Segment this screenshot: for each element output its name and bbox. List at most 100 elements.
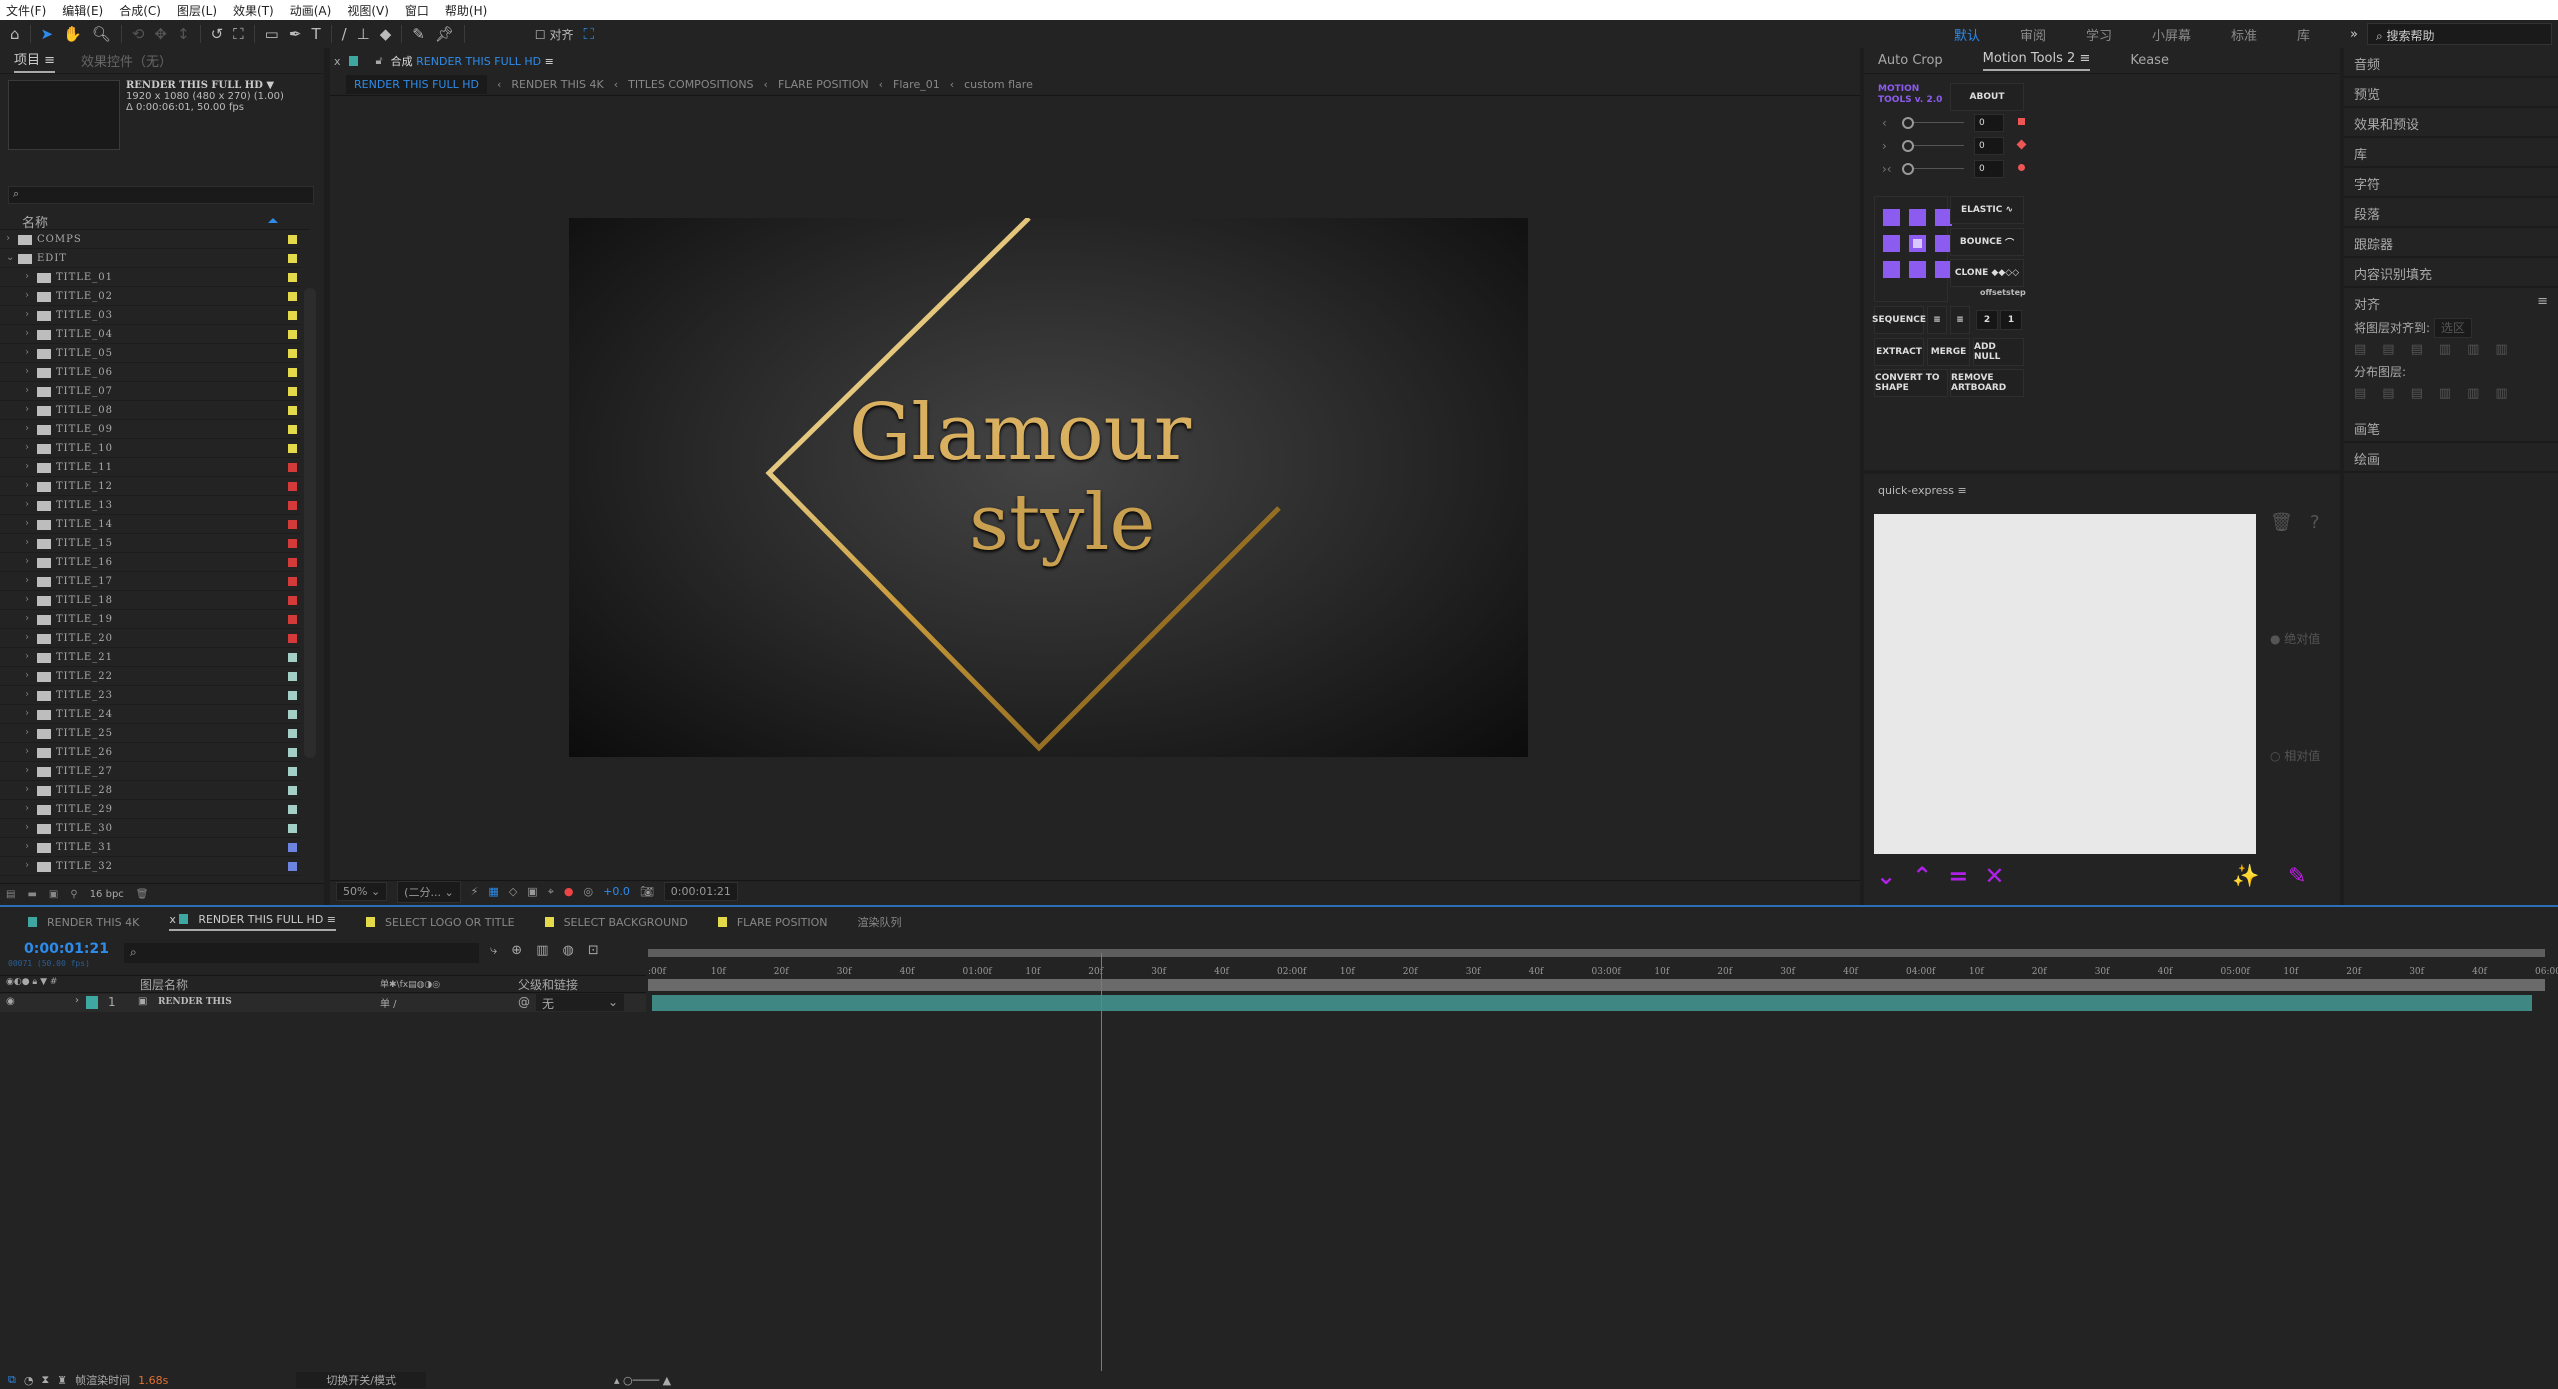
label-color[interactable] (288, 710, 297, 719)
layer-switches-icon[interactable]: ⧉ (8, 1373, 16, 1387)
close-icon[interactable]: ✕ (1984, 862, 2004, 890)
rotate-tool-icon[interactable]: ↺ (211, 25, 224, 43)
chevron-right-icon[interactable]: › (25, 708, 30, 719)
stretch-icon[interactable]: ♜ (57, 1374, 67, 1387)
sequence-backward-icon[interactable]: ≡ (1950, 306, 1970, 334)
timeline-tab[interactable]: SELECT BACKGROUND (544, 916, 688, 929)
project-folder[interactable]: › TITLE_05 (0, 344, 300, 363)
zoom-tool-icon[interactable]: 🔍︎ (92, 25, 111, 43)
chevron-right-icon[interactable]: › (25, 727, 30, 738)
tab-effect-controls[interactable]: 效果控件（无） (81, 51, 172, 70)
interpret-footage-icon[interactable]: ▤ (6, 889, 15, 900)
label-color[interactable] (288, 482, 297, 491)
chevron-right-icon[interactable]: › (25, 480, 30, 491)
keyframe-icon[interactable] (2018, 164, 2025, 171)
anchor-point-button[interactable] (1909, 209, 1926, 226)
distribute-buttons[interactable]: ▤▤▤▥▥▥ (2354, 386, 2548, 401)
timeline-tab[interactable]: SELECT LOGO OR TITLE (366, 916, 515, 929)
lock-icon[interactable]: 🔓︎ (376, 54, 383, 68)
project-folder[interactable]: › TITLE_07 (0, 382, 300, 401)
menu-edit[interactable]: 编辑(E) (62, 2, 103, 19)
project-folder[interactable]: › TITLE_04 (0, 325, 300, 344)
chevron-up-icon[interactable]: ⌃ (1912, 862, 1932, 890)
resolution-select[interactable]: (二分... ⌄ (397, 880, 461, 903)
panel-brushes[interactable]: 画笔 (2344, 413, 2558, 443)
chevron-right-icon[interactable]: › (25, 594, 30, 605)
label-color[interactable] (288, 843, 297, 852)
chevron-right-icon[interactable]: › (25, 860, 30, 871)
chevron-right-icon[interactable]: › (25, 366, 30, 377)
pen-tool-icon[interactable]: ✒ (289, 25, 302, 43)
anchor-tool-icon[interactable]: ⛶ (233, 25, 244, 43)
project-folder[interactable]: › COMPS (0, 230, 300, 249)
label-color[interactable] (288, 273, 297, 282)
label-color[interactable] (288, 748, 297, 757)
label-color[interactable] (288, 615, 297, 624)
workspace-libraries[interactable]: 库 (2297, 25, 2310, 44)
menu-animation[interactable]: 动画(A) (290, 2, 332, 19)
label-color[interactable] (288, 691, 297, 700)
chevron-right-icon[interactable]: › (25, 442, 30, 453)
project-folder[interactable]: › TITLE_18 (0, 591, 300, 610)
label-color[interactable] (288, 311, 297, 320)
chevron-right-icon[interactable]: › (25, 423, 30, 434)
easing-slider[interactable] (1902, 140, 1966, 152)
project-scrollbar[interactable] (304, 288, 316, 758)
safe-margins-icon[interactable]: ▣ (527, 885, 537, 898)
panel-item[interactable]: 跟踪器 (2344, 228, 2558, 258)
workspace-small-screen[interactable]: 小屏幕 (2152, 25, 2191, 44)
chevron-right-icon[interactable]: › (25, 803, 30, 814)
project-folder[interactable]: › TITLE_11 (0, 458, 300, 477)
align-title[interactable]: 对齐 (2354, 294, 2380, 313)
layer-label-color[interactable] (86, 996, 98, 1009)
panel-item[interactable]: 字符 (2344, 168, 2558, 198)
menu-composition[interactable]: 合成(C) (119, 2, 161, 19)
project-search-input[interactable]: ⌕ (8, 186, 314, 204)
layer-search-input[interactable]: ⌕ (124, 943, 479, 963)
layer-name[interactable]: RENDER THIS (158, 997, 232, 1007)
label-color[interactable] (288, 558, 297, 567)
align-to-select[interactable]: 选区 (2433, 318, 2472, 338)
project-folder[interactable]: › TITLE_16 (0, 553, 300, 572)
equals-icon[interactable]: = (1948, 862, 1968, 890)
label-color[interactable] (288, 349, 297, 358)
easing-value-input[interactable]: 0 (1974, 114, 2004, 132)
chevron-right-icon[interactable]: › (25, 537, 30, 548)
project-folder[interactable]: › TITLE_28 (0, 781, 300, 800)
chevron-right-icon[interactable]: › (25, 347, 30, 358)
project-folder[interactable]: › TITLE_12 (0, 477, 300, 496)
bounce-button[interactable]: BOUNCE ⌒ (1950, 228, 2024, 256)
label-color[interactable] (288, 824, 297, 833)
timeline-tab[interactable]: 渲染队列 (858, 914, 902, 930)
label-color[interactable] (288, 330, 297, 339)
workspace-standard[interactable]: 标准 (2231, 25, 2257, 44)
label-color[interactable] (288, 634, 297, 643)
menu-window[interactable]: 窗口 (405, 2, 429, 19)
pan-tool-icon[interactable]: ✥ (154, 25, 167, 43)
project-folder[interactable]: › TITLE_13 (0, 496, 300, 515)
workspace-learn[interactable]: 学习 (2086, 25, 2112, 44)
panel-item[interactable]: 内容识别填充 (2344, 258, 2558, 288)
sequence-forward-icon[interactable]: ≡ (1927, 306, 1947, 334)
selection-tool-icon[interactable]: ➤ (41, 25, 54, 43)
close-tab-icon[interactable]: x (334, 55, 341, 68)
brush-tool-icon[interactable]: / (342, 25, 347, 43)
expand-chevron-icon[interactable]: › (75, 995, 79, 1006)
stamp-tool-icon[interactable]: ⊥ (357, 25, 370, 43)
menu-layer[interactable]: 图层(L) (177, 2, 217, 19)
project-folder[interactable]: › TITLE_27 (0, 762, 300, 781)
menu-help[interactable]: 帮助(H) (445, 2, 487, 19)
anchor-point-button[interactable] (1909, 261, 1926, 278)
channel-icon[interactable]: ● (564, 885, 574, 898)
label-color[interactable] (288, 235, 297, 244)
project-folder[interactable]: › TITLE_19 (0, 610, 300, 629)
motion-blur-icon[interactable]: ◍ (562, 943, 573, 958)
chevron-right-icon[interactable]: › (25, 746, 30, 757)
eraser-tool-icon[interactable]: ◆ (380, 25, 392, 43)
search-help-input[interactable]: ⌕ 搜索帮助 (2367, 23, 2552, 45)
region-of-interest-icon[interactable]: ⌖ (548, 885, 554, 899)
layer-row[interactable]: ◉ › 1 ▣ RENDER THIS 单 / @ 无 ⌄ (0, 994, 646, 1012)
new-composition-icon[interactable]: ▣ (49, 889, 58, 900)
label-color[interactable] (288, 805, 297, 814)
breadcrumb-item[interactable]: RENDER THIS FULL HD (346, 75, 487, 94)
